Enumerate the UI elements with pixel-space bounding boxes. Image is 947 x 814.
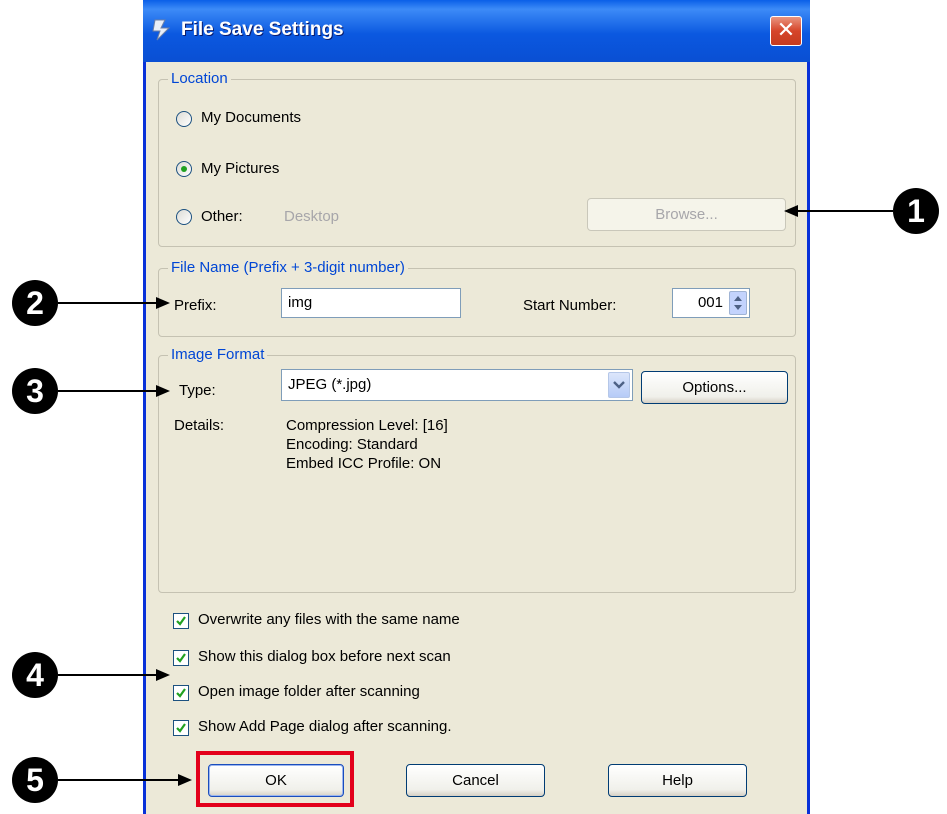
type-select-value: JPEG (*.jpg) [288,376,372,393]
callout-marker-2: 2 [12,280,58,326]
radio-my-pictures-label[interactable]: My Pictures [201,160,279,177]
callout-arrow-1 [796,210,893,212]
show-dialog-checkbox-label[interactable]: Show this dialog box before next scan [198,648,451,665]
type-select-dropdown-button[interactable] [608,372,630,398]
add-page-dialog-checkbox[interactable] [173,720,189,736]
prefix-label: Prefix: [174,297,217,314]
checkmark-icon [176,688,186,698]
arrow-head-icon [178,774,192,786]
start-number-value: 001 [697,294,723,311]
type-label: Type: [179,382,216,399]
start-number-input[interactable]: 001 [672,288,750,318]
other-location-value: Desktop [284,208,340,225]
image-format-legend: Image Format [168,346,268,363]
arrow-head-icon [156,297,170,309]
checkmark-icon [176,616,186,626]
arrow-head-icon [156,669,170,681]
spinner-arrows-icon [734,296,742,310]
details-line: Encoding: Standard [286,436,418,453]
cancel-button[interactable]: Cancel [406,764,545,797]
show-dialog-checkbox[interactable] [173,650,189,666]
radio-my-documents[interactable] [176,111,192,127]
help-button[interactable]: Help [608,764,747,797]
radio-my-documents-label[interactable]: My Documents [201,109,301,126]
arrow-head-icon [156,385,170,397]
open-folder-checkbox-label[interactable]: Open image folder after scanning [198,683,420,700]
overwrite-checkbox[interactable] [173,613,189,629]
checkmark-icon [176,653,186,663]
file-name-legend: File Name (Prefix + 3-digit number) [168,259,408,276]
callout-arrow-4 [58,674,156,676]
ok-button-highlight-box [196,751,354,807]
open-folder-checkbox[interactable] [173,685,189,701]
callout-marker-5: 5 [12,757,58,803]
radio-other-label[interactable]: Other: [201,208,243,225]
prefix-input[interactable]: img [281,288,461,318]
callout-arrow-2 [58,302,156,304]
callout-marker-1: 1 [893,188,939,234]
scanner-app-icon [152,19,171,41]
details-line: Compression Level: [16] [286,417,448,434]
details-line: Embed ICC Profile: ON [286,455,442,472]
callout-marker-3: 3 [12,368,58,414]
details-label: Details: [174,417,225,434]
add-page-dialog-checkbox-label[interactable]: Show Add Page dialog after scanning. [198,718,452,735]
callout-marker-4: 4 [12,652,58,698]
type-select[interactable]: JPEG (*.jpg) [281,369,633,401]
overwrite-checkbox-label[interactable]: Overwrite any files with the same name [198,611,460,628]
window-title: File Save Settings [181,19,344,40]
start-number-spinner[interactable] [729,291,747,315]
arrow-head-icon [784,205,798,217]
radio-my-pictures[interactable] [176,161,192,177]
callout-arrow-5 [58,779,178,781]
start-number-label: Start Number: [523,297,617,314]
options-button[interactable]: Options... [641,371,788,404]
radio-other[interactable] [176,209,192,225]
location-legend: Location [168,70,231,87]
browse-button[interactable]: Browse... [587,198,786,231]
close-button[interactable]: ✕ [770,16,802,46]
callout-arrow-3 [58,390,156,392]
checkmark-icon [176,723,186,733]
chevron-down-icon [613,381,625,389]
